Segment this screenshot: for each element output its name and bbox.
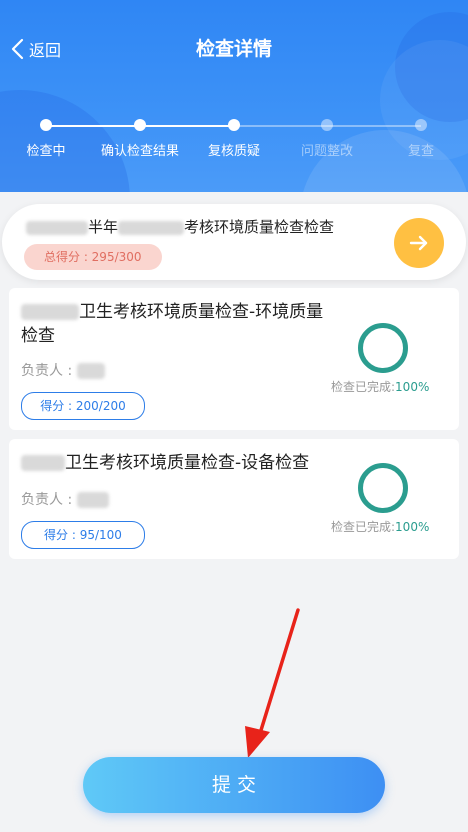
total-score-badge: 总得分 : 295/300	[24, 244, 162, 270]
owner-field: 负责人 :	[21, 360, 105, 380]
inspection-item-card[interactable]: 卫生考核环境质量检查-环境质量 检查 负责人 : 得分 : 200/200 检查…	[9, 288, 459, 430]
progress-label: 检查已完成:	[331, 380, 396, 394]
score-pill: 得分 : 200/200	[21, 392, 145, 420]
item-title-line1: 卫生考核环境质量检查-设备检查	[65, 453, 310, 473]
step-label-review: 复核质疑	[207, 144, 260, 159]
step-label-checking: 检查中	[26, 144, 66, 159]
progress-ring	[358, 463, 408, 513]
progress-ring	[358, 323, 408, 373]
step-dot-4	[321, 119, 333, 131]
redacted-text	[26, 220, 88, 235]
owner-field: 负责人 :	[21, 489, 109, 509]
progress-text: 检查已完成:100%	[331, 378, 429, 395]
progress-value: 100%	[395, 380, 430, 394]
step-dot-3	[228, 119, 240, 131]
redacted-owner	[76, 492, 109, 508]
page-title: 检查详情	[195, 38, 272, 60]
header-banner: 返回 检查详情 检查中 确认检查结果 复核质疑 问题整改 复查	[0, 0, 468, 192]
annotation-arrow-icon	[245, 608, 300, 758]
owner-label: 负责人 :	[21, 363, 73, 379]
step-dot-5	[415, 119, 427, 131]
summary-title: 半年 考核环境质量检查检查	[26, 216, 334, 237]
summary-title-part2: 考核环境质量检查检查	[184, 218, 335, 236]
redacted-text	[118, 220, 185, 235]
step-label-rectify: 问题整改	[300, 144, 353, 159]
progress-label: 检查已完成:	[331, 520, 396, 534]
step-dot-2	[134, 119, 146, 131]
progress-value: 100%	[395, 520, 430, 534]
step-label-confirm: 确认检查结果	[100, 144, 179, 159]
score-pill: 得分 : 95/100	[21, 521, 145, 549]
redacted-text	[21, 304, 79, 320]
inspection-item-card[interactable]: 卫生考核环境质量检查-设备检查 负责人 : 得分 : 95/100 检查已完成:…	[9, 439, 459, 559]
go-detail-button[interactable]	[394, 218, 444, 268]
item-title: 卫生考核环境质量检查-设备检查	[21, 451, 331, 475]
arrow-right-icon	[409, 235, 428, 251]
item-title: 卫生考核环境质量检查-环境质量 检查	[21, 300, 331, 348]
item-title-line2: 检查	[21, 326, 55, 346]
redacted-owner	[76, 363, 105, 379]
owner-label: 负责人 :	[21, 492, 73, 508]
progress-text: 检查已完成:100%	[331, 518, 429, 535]
step-dot-1	[40, 119, 52, 131]
submit-button[interactable]: 提 交	[83, 757, 385, 813]
redacted-text	[21, 455, 65, 471]
item-title-line1: 卫生考核环境质量检查-环境质量	[79, 302, 324, 322]
step-label-recheck: 复查	[407, 144, 434, 159]
summary-title-part1: 半年	[88, 218, 119, 236]
